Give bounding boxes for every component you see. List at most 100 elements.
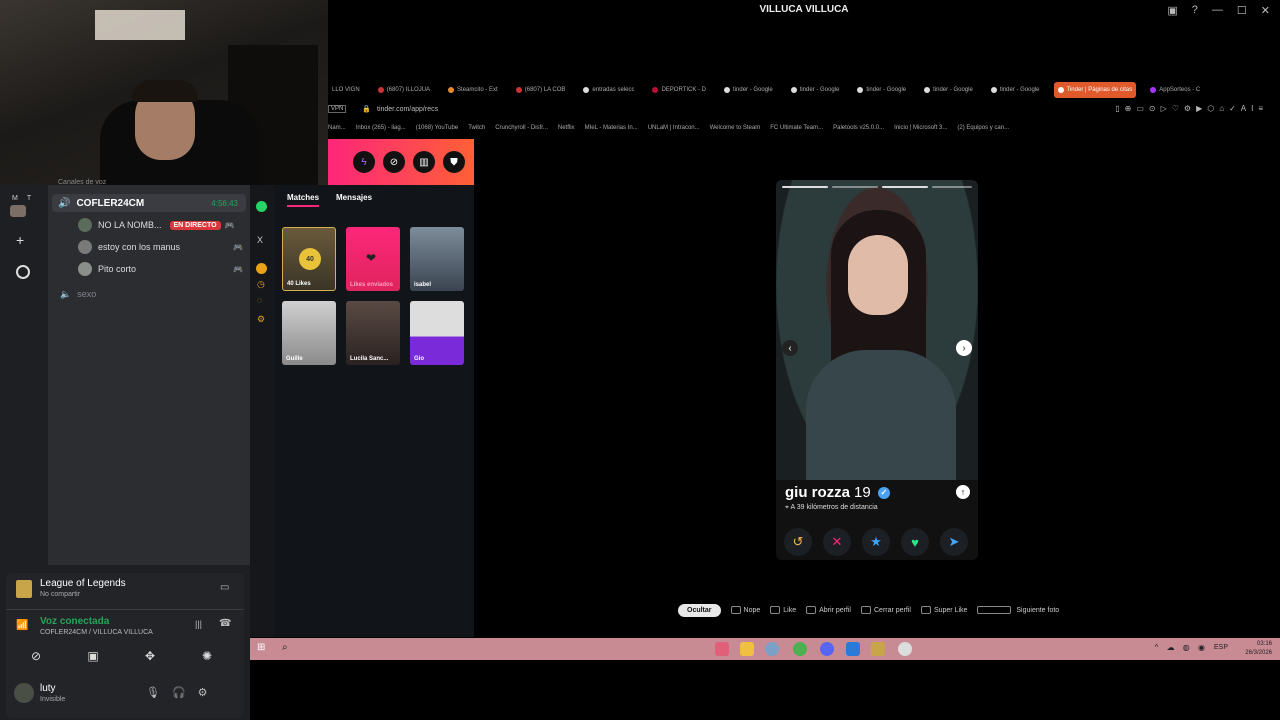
bookmark[interactable]: Crunchyroll - Disfr... xyxy=(495,125,548,131)
discover-icon[interactable] xyxy=(16,265,30,279)
sent-likes-tile[interactable]: ❤ Likes enviados xyxy=(346,227,400,291)
browser-tab[interactable]: tinder - Google xyxy=(787,82,844,98)
browser-toolbar-icons[interactable]: ▯⊕▭⊙▷♡⚙▶⬡⌂✓AI≡ xyxy=(1115,104,1268,113)
browser-tab[interactable]: entradas selecc xyxy=(579,82,638,98)
match-tile[interactable]: Lucila Sanc... xyxy=(346,301,400,365)
windows-start-icon[interactable]: ⊞ xyxy=(257,642,271,656)
briefcase-icon[interactable]: ▥ xyxy=(413,151,435,173)
maximize-icon[interactable]: ☐ xyxy=(1237,4,1247,17)
soundboard-button[interactable]: ✺ xyxy=(187,645,227,667)
boost-button[interactable]: ➤ xyxy=(940,528,968,556)
chrome-icon[interactable] xyxy=(793,642,807,656)
bookmark[interactable]: Inicio | Microsoft 3... xyxy=(894,125,947,131)
screen-share-icon[interactable]: ▭ xyxy=(220,582,229,593)
taskbar-app-icon[interactable] xyxy=(846,642,860,656)
language-indicator[interactable]: ESP xyxy=(1214,644,1228,651)
browser-tab[interactable]: tinder - Google xyxy=(720,82,777,98)
bookmark[interactable]: Welcome to Steam xyxy=(710,125,761,131)
browser-tab[interactable]: tinder - Google xyxy=(853,82,910,98)
screen-share-button[interactable]: ▣ xyxy=(73,645,113,667)
bookmark[interactable]: Inbox (265) - liag... xyxy=(356,125,406,131)
match-tile[interactable]: Gio xyxy=(410,301,464,365)
browser-tab[interactable]: AppSorteos - C xyxy=(1146,82,1204,98)
search-icon[interactable]: ⌕ xyxy=(282,642,296,656)
profile-card[interactable]: ‹ › giu rozza 19 ✓ ↑ ⌖ A 39 kilómetros de… xyxy=(776,180,978,560)
bookmark[interactable]: (2) Equipos y can... xyxy=(957,125,1009,131)
add-server-icon[interactable]: + xyxy=(16,232,24,248)
bookmark[interactable]: FC Ultimate Team... xyxy=(770,125,823,131)
boost-icon[interactable]: ϟ xyxy=(353,151,375,173)
match-tile[interactable]: isabel xyxy=(410,227,464,291)
disconnect-icon[interactable]: ☎ xyxy=(219,618,231,629)
taskbar-app-icon[interactable] xyxy=(715,642,729,656)
app-icon[interactable] xyxy=(256,263,267,274)
browser-tab[interactable]: Steamcito - Ext xyxy=(444,82,502,98)
x-icon[interactable]: X xyxy=(257,235,263,245)
whatsapp-icon[interactable] xyxy=(256,201,267,212)
folder-icon[interactable] xyxy=(740,642,754,656)
bookmark[interactable]: UNLaM | Intracon... xyxy=(648,125,700,131)
url-text[interactable]: tinder.com/app/recs xyxy=(377,106,438,113)
tab-messages[interactable]: Mensajes xyxy=(336,193,372,202)
shortcut-next: Siguiente foto xyxy=(977,606,1059,614)
vpn-badge[interactable]: VPN xyxy=(328,105,347,113)
browser-tab[interactable]: LLO VIGN xyxy=(328,82,364,98)
browser-tab[interactable]: (6807) LA COB xyxy=(512,82,570,98)
camera-off-button[interactable]: ⊘ xyxy=(16,645,56,667)
bookmark[interactable]: (1068) YouTube xyxy=(416,125,458,131)
prev-photo-icon[interactable]: ‹ xyxy=(782,340,798,356)
clock-icon[interactable]: ◷ xyxy=(257,279,265,290)
bookmark[interactable]: Netflix xyxy=(558,125,575,131)
taskbar-app-icon[interactable] xyxy=(898,642,912,656)
like-button[interactable]: ♥ xyxy=(901,528,929,556)
voice-channel[interactable]: 🔊 COFLER24CM 4:56:43 xyxy=(52,194,246,212)
browser-tab[interactable]: tinder - Google xyxy=(920,82,977,98)
bookmark[interactable]: MIeL - Materias In... xyxy=(585,125,638,131)
league-icon[interactable] xyxy=(871,642,885,656)
browser-tab[interactable]: DEPORTICK - D xyxy=(648,82,710,98)
voice-channel-sexo[interactable]: 🔈 sexo xyxy=(60,289,96,300)
screen-icon[interactable]: ▣ xyxy=(1167,4,1177,17)
member-row[interactable]: estoy con los manus 🎮 xyxy=(78,236,243,258)
browser-tab-active[interactable]: Tinder | Páginas de citas xyxy=(1053,82,1137,98)
nope-button[interactable]: ✕ xyxy=(823,528,851,556)
settings-icon[interactable]: ⚙ xyxy=(257,314,265,325)
shield-icon[interactable] xyxy=(765,642,779,656)
game-icon: 🎮 xyxy=(224,220,235,230)
shield-icon[interactable]: ⛊ xyxy=(443,151,465,173)
next-photo-icon[interactable]: › xyxy=(956,340,972,356)
address-bar[interactable]: VPN 🔒 tinder.com/app/recs ▯⊕▭⊙▷♡⚙▶⬡⌂✓AI≡ xyxy=(328,102,1280,118)
rewind-button[interactable]: ↺ xyxy=(784,528,812,556)
hide-shortcuts-button[interactable]: Ocultar xyxy=(678,603,721,617)
tray-icons[interactable]: ^ ☁ ◍ ◉ xyxy=(1155,643,1208,652)
shortcut-label: Abrir perfil xyxy=(819,606,851,614)
match-tile[interactable]: Guille xyxy=(282,301,336,365)
browser-tab[interactable]: tinder - Google xyxy=(987,82,1044,98)
server-icon[interactable] xyxy=(10,205,26,217)
chat-icon[interactable]: ◌ xyxy=(257,295,262,305)
close-icon[interactable]: ✕ xyxy=(1261,4,1270,17)
expand-profile-icon[interactable]: ↑ xyxy=(956,485,970,499)
profile-photo[interactable] xyxy=(776,180,978,480)
minimize-icon[interactable]: — xyxy=(1212,4,1223,17)
likes-tile[interactable]: 40 40 Likes xyxy=(282,227,336,291)
browser-tab[interactable]: (6807) ILLOJUA xyxy=(374,82,434,98)
member-row[interactable]: Pito corto 🎮 xyxy=(78,258,243,280)
mic-icon[interactable]: 🎙 xyxy=(146,686,160,699)
activities-button[interactable]: ✥ xyxy=(130,645,170,667)
noise-icon[interactable]: ||| xyxy=(195,619,202,629)
settings-icon[interactable]: ⚙ xyxy=(198,686,208,699)
taskbar-clock[interactable]: 03:16 26/3/2026 xyxy=(1245,640,1272,658)
explore-icon[interactable]: ⊘ xyxy=(383,151,405,173)
member-row[interactable]: NO LA NOMB... EN DIRECTO 🎮 xyxy=(78,214,243,236)
discord-icon[interactable] xyxy=(820,642,834,656)
superlike-button[interactable]: ★ xyxy=(862,528,890,556)
match-name: Guille xyxy=(286,356,303,362)
help-icon[interactable]: ? xyxy=(1192,4,1198,17)
bookmark[interactable]: Nam... xyxy=(328,125,346,131)
tab-matches[interactable]: Matches xyxy=(287,193,319,202)
bookmark[interactable]: Twitch xyxy=(468,125,485,131)
bookmark[interactable]: Paletools v25.0.0... xyxy=(833,125,884,131)
headphones-icon[interactable]: 🎧 xyxy=(172,686,186,699)
user-avatar[interactable] xyxy=(14,683,34,703)
